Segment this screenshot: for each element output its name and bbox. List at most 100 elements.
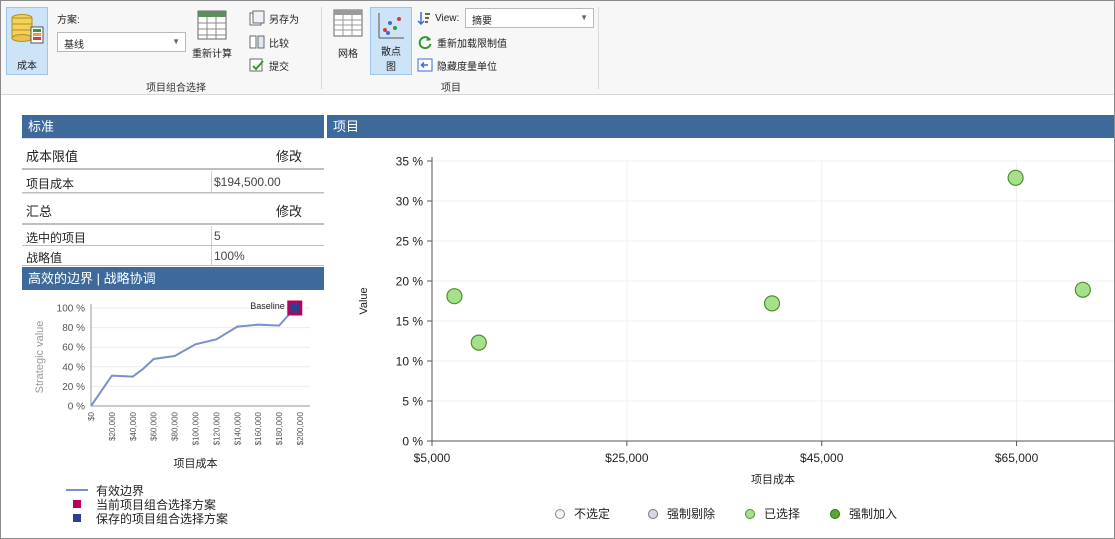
hide-units-button[interactable]: 隐藏度量单位 <box>417 55 497 75</box>
project-point <box>470 334 487 351</box>
frontier-y-tick-label: 0 % <box>68 402 85 413</box>
submit-label: 提交 <box>269 61 289 73</box>
calculator-sheet-icon <box>197 10 227 40</box>
summary-edit-link[interactable]: 修改 <box>276 201 302 220</box>
scatter-x-tick-label: $45,000 <box>800 451 844 465</box>
project-scatter-chart: 0 % 5 % 10 % 15 % 20 % 25 % 30 % 35 % $5,000 $25,… <box>358 155 1114 486</box>
scatter-y-tick-label: 15 % <box>396 315 424 329</box>
frontier-x-tick-label: $60,000 <box>150 411 159 440</box>
efficient-frontier-line <box>90 307 296 407</box>
scatter-y-tick-label: 5 % <box>402 395 423 409</box>
legend-label-unselected: 不选定 <box>574 507 611 521</box>
frontier-y-tick-label: 100 % <box>57 304 85 315</box>
efficient-frontier-chart: 0 % 20 % 40 % 60 % 80 % 100 % $0 $20,000 $40,000… <box>34 300 310 470</box>
frontier-line-swatch <box>66 489 88 491</box>
view-label-row: View: <box>417 8 459 28</box>
scatter-y-tick-label: 30 % <box>396 195 424 209</box>
reload-limits-button[interactable]: 重新加载限制值 <box>417 32 507 52</box>
frontier-x-tick-label: $160,000 <box>254 411 263 445</box>
sort-icon <box>417 12 430 26</box>
forced-out-dot-icon <box>648 508 659 519</box>
scatter-legend: 不选定 强制剔除 已选择 强制加入 <box>555 505 897 522</box>
selected-projects-label: 选中的项目 <box>26 231 87 245</box>
project-cost-value: $194,500.00 <box>214 175 281 189</box>
frontier-y-tick-label: 80 % <box>62 323 85 334</box>
view-dropdown[interactable]: 摘要 ▼ <box>465 8 594 28</box>
chevron-down-icon: ▼ <box>580 13 588 22</box>
cost-button[interactable]: 成本 <box>6 7 48 75</box>
project-point <box>1007 169 1024 186</box>
legend-label-forced-in: 强制加入 <box>849 507 898 521</box>
legend-item-forced-out: 强制剔除 <box>648 505 715 522</box>
recalculate-button[interactable]: 重新计算 <box>189 9 235 65</box>
frontier-x-tick-label: $180,000 <box>275 411 284 445</box>
chevron-down-icon: ▼ <box>172 37 180 46</box>
portfolio-selection-group-label: 项目组合选择 <box>146 83 206 94</box>
legend-label-forced-out: 强制剔除 <box>667 507 716 521</box>
scatter-y-tick-label: 0 % <box>402 435 423 449</box>
scatter-chart-button[interactable]: 散点 图 <box>370 7 412 75</box>
scatter-y-tick-label: 20 % <box>396 275 424 289</box>
strategic-value-row: 战略值 100% <box>22 246 324 266</box>
selected-projects-value: 5 <box>214 229 221 243</box>
scenario-value: 基线 <box>64 40 84 51</box>
scatter-y-tick-label: 10 % <box>396 355 424 369</box>
save-as-button[interactable]: 另存为 <box>249 8 299 28</box>
scenario-dropdown[interactable]: 基线 ▼ <box>57 32 186 52</box>
submit-button[interactable]: 提交 <box>249 55 289 75</box>
scatter-x-tick-label: $25,000 <box>605 451 649 465</box>
recalculate-label: 重新计算 <box>192 49 232 60</box>
frontier-x-tick-label: $140,000 <box>233 411 242 445</box>
cell-divider <box>211 171 212 192</box>
scatter-x-tick-label: $65,000 <box>995 451 1039 465</box>
compare-button[interactable]: 比较 <box>249 32 289 52</box>
save-as-icon <box>249 10 265 26</box>
frontier-y-axis-title: Strategic value <box>34 321 46 394</box>
unselected-dot-icon <box>555 508 565 519</box>
scatter-label-line1: 散点 <box>381 47 401 58</box>
hide-column-icon <box>417 58 433 72</box>
compare-icon <box>249 35 265 49</box>
frontier-panel-header: 高效的边界 | 战略协调 <box>22 267 324 290</box>
view-label: View: <box>435 12 460 24</box>
selected-dot-icon <box>745 508 756 519</box>
projects-panel-header: 项目 <box>327 115 1114 138</box>
scatter-x-tick-label: $5,000 <box>414 451 451 465</box>
grid-label: 网格 <box>338 49 358 60</box>
frontier-x-tick-label: $80,000 <box>171 411 180 440</box>
frontier-x-axis-title: 项目成本 <box>174 456 218 470</box>
project-point <box>446 288 463 305</box>
frontier-x-tick-label: $20,000 <box>108 411 117 440</box>
cost-limit-label: 成本限值 <box>26 149 79 164</box>
frontier-panel-title: 高效的边界 | 战略协调 <box>28 271 156 286</box>
legend-item-selected: 已选择 <box>745 505 800 522</box>
scatter-y-tick-label: 25 % <box>396 235 424 249</box>
cost-button-label: 成本 <box>17 61 37 72</box>
selected-projects-row: 选中的项目 5 <box>22 226 324 246</box>
frontier-y-tick-label: 20 % <box>62 382 85 393</box>
legend-item-forced-in: 强制加入 <box>830 505 897 522</box>
view-value: 摘要 <box>472 16 492 27</box>
forced-in-dot-icon <box>830 508 841 519</box>
current-selection-swatch <box>73 500 81 508</box>
cost-limit-edit-link[interactable]: 修改 <box>276 146 302 165</box>
project-cost-label: 项目成本 <box>26 177 75 191</box>
criteria-panel-title: 标准 <box>28 119 55 134</box>
scenario-label: 方案: <box>57 15 80 26</box>
reload-limits-label: 重新加载限制值 <box>437 38 507 50</box>
project-point <box>1074 281 1091 298</box>
compare-label: 比较 <box>269 38 289 50</box>
saved-selection-legend-label: 保存的项目组合选择方案 <box>96 511 229 526</box>
grid-button[interactable]: 网格 <box>331 9 365 65</box>
scatter-y-tick-label: 35 % <box>396 155 424 169</box>
ribbon: 成本 方案: 基线 ▼ 重新计算 另存为 比较 提交 项目组合选择 网格 散点 … <box>1 1 1114 95</box>
strategic-value-label: 战略值 <box>26 251 63 265</box>
frontier-x-tick-label: $40,000 <box>129 411 138 440</box>
summary-section: 汇总 修改 <box>22 193 324 225</box>
frontier-legend-item: 保存的项目组合选择方案 <box>66 511 229 526</box>
projects-panel-title: 项目 <box>333 119 360 134</box>
saved-selection-swatch <box>73 514 81 522</box>
frontier-x-tick-label: $200,000 <box>296 411 305 445</box>
ribbon-separator <box>598 7 599 89</box>
strategic-value-value: 100% <box>214 249 245 263</box>
